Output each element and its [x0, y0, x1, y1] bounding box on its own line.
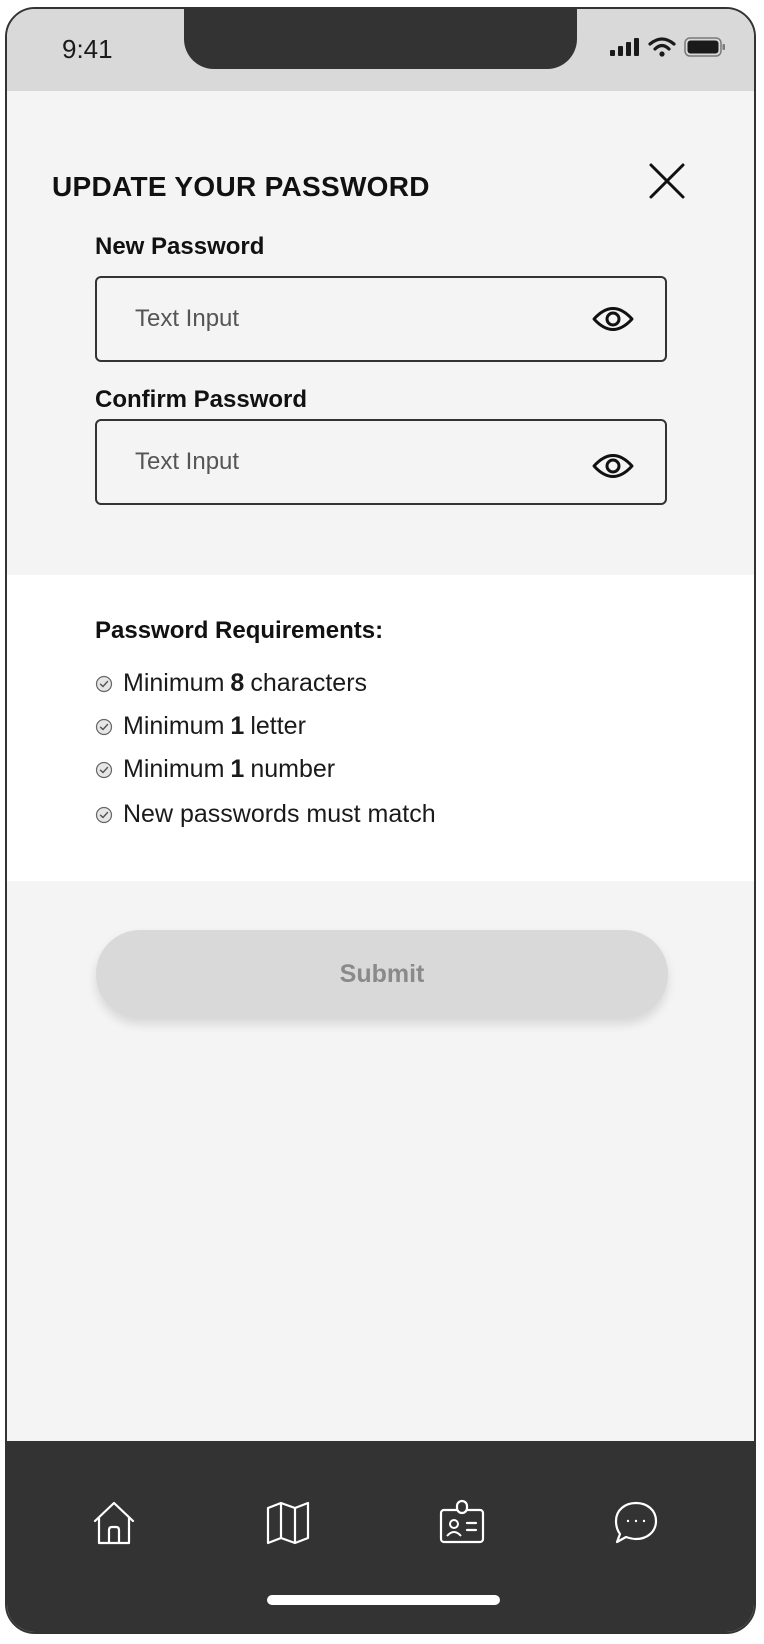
toggle-confirm-password-visibility[interactable]	[591, 451, 635, 481]
requirement-value: 8	[230, 669, 245, 697]
status-icons	[610, 37, 726, 57]
battery-icon	[684, 37, 725, 57]
check-circle-icon	[95, 718, 113, 735]
confirm-password-label: Confirm Password	[95, 386, 308, 413]
signal-icon	[610, 38, 639, 56]
requirement-text: Minimum	[123, 755, 225, 783]
new-password-field-wrapper	[95, 276, 667, 362]
requirement-text: number	[250, 755, 336, 783]
submit-section: Submit	[7, 881, 754, 1441]
requirement-value: 1	[230, 712, 245, 740]
password-requirements: Password Requirements: Minimum 8 charact…	[7, 575, 754, 881]
requirement-item: Minimum 8 characters	[95, 669, 367, 698]
wifi-icon	[648, 37, 676, 57]
chat-icon	[614, 1501, 658, 1544]
check-circle-icon	[95, 806, 113, 823]
tab-map[interactable]	[258, 1493, 318, 1553]
confirm-password-field-wrapper	[95, 419, 667, 505]
eye-icon	[592, 307, 634, 331]
tab-home[interactable]	[84, 1493, 144, 1553]
phone-frame: 9:41 UPDATE YOUR PASSWORD New Password C…	[5, 7, 756, 1634]
tab-profile[interactable]	[432, 1493, 492, 1553]
requirement-item: Minimum 1 number	[95, 755, 335, 784]
check-circle-icon	[95, 675, 113, 692]
status-time: 9:41	[62, 34, 113, 64]
check-circle-icon	[95, 761, 113, 778]
requirement-item: New passwords must match	[95, 800, 436, 829]
requirement-text: Minimum	[123, 669, 225, 697]
id-card-icon	[439, 1499, 485, 1544]
toggle-new-password-visibility[interactable]	[591, 304, 635, 334]
submit-button[interactable]: Submit	[96, 930, 668, 1018]
requirement-text: Minimum	[123, 712, 225, 740]
requirement-item: Minimum 1 letter	[95, 712, 306, 741]
eye-icon	[592, 454, 634, 478]
requirement-value: 1	[230, 755, 245, 783]
bottom-tab-bar	[7, 1441, 754, 1632]
home-indicator[interactable]	[267, 1595, 500, 1605]
home-icon	[93, 1501, 135, 1545]
confirm-password-input[interactable]	[135, 421, 575, 503]
close-button[interactable]	[647, 161, 687, 201]
requirement-text: letter	[250, 712, 306, 740]
notch	[184, 9, 577, 69]
new-password-input[interactable]	[135, 278, 575, 360]
map-icon	[266, 1501, 310, 1545]
page-title: UPDATE YOUR PASSWORD	[52, 171, 430, 202]
requirement-text: New passwords must match	[123, 800, 436, 828]
tab-messages[interactable]	[606, 1493, 666, 1553]
status-bar: 9:41	[7, 9, 754, 91]
password-form-section: UPDATE YOUR PASSWORD New Password Confir…	[7, 91, 754, 575]
new-password-label: New Password	[95, 233, 265, 260]
close-icon	[649, 163, 685, 199]
requirement-text: characters	[250, 669, 368, 697]
requirements-title: Password Requirements:	[95, 617, 384, 644]
